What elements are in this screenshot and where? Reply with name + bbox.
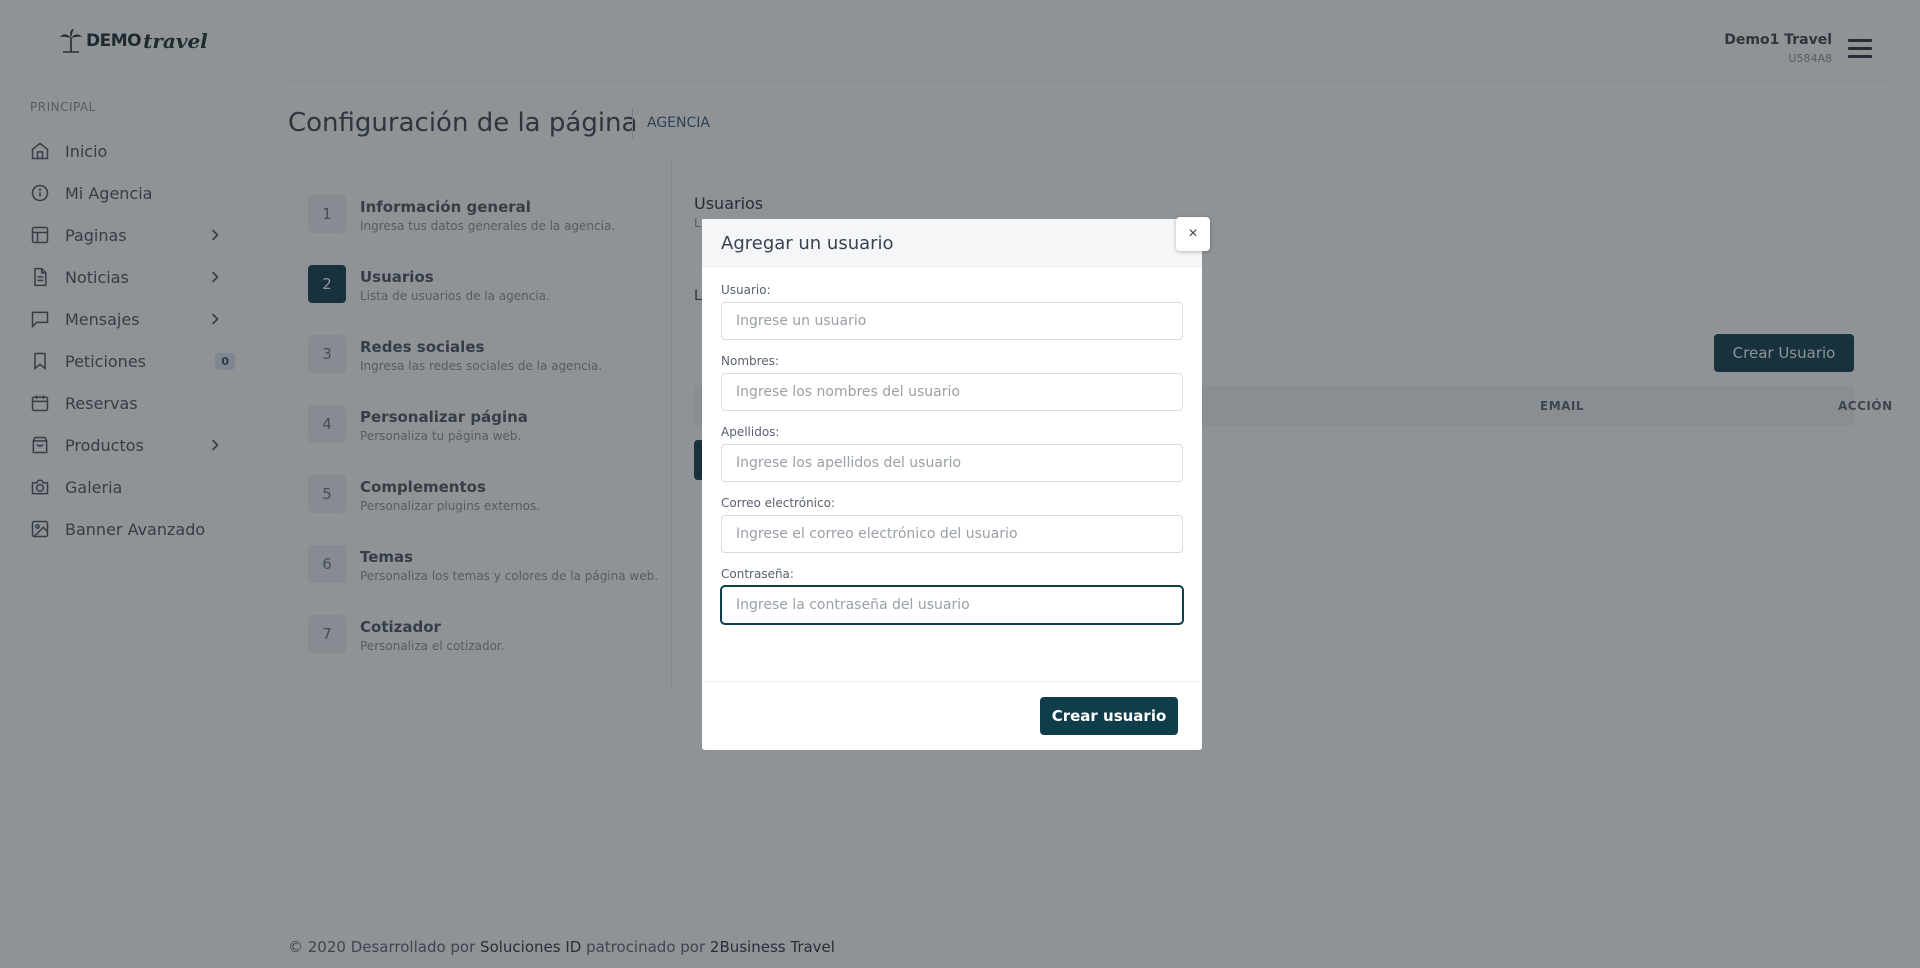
field-contrasena: Contraseña: [721, 567, 1183, 624]
apellidos-input[interactable] [721, 444, 1183, 482]
modal-header: Agregar un usuario [702, 219, 1202, 267]
field-label: Correo electrónico: [721, 496, 835, 510]
add-user-modal: Agregar un usuario × Usuario: Nombres: A… [702, 217, 1210, 750]
field-label: Usuario: [721, 283, 771, 297]
field-correo: Correo electrónico: [721, 496, 1183, 553]
field-label: Nombres: [721, 354, 779, 368]
password-input[interactable] [721, 586, 1183, 624]
modal-title: Agregar un usuario [721, 233, 894, 254]
modal-footer: Crear usuario [702, 681, 1202, 750]
close-modal-button[interactable]: × [1176, 217, 1210, 251]
crear-usuario-submit-button[interactable]: Crear usuario [1040, 697, 1178, 735]
modal-body: Usuario: Nombres: Apellidos: Correo elec… [702, 267, 1202, 624]
nombres-input[interactable] [721, 373, 1183, 411]
email-input[interactable] [721, 515, 1183, 553]
field-apellidos: Apellidos: [721, 425, 1183, 482]
usuario-input[interactable] [721, 302, 1183, 340]
close-icon: × [1188, 225, 1198, 242]
field-usuario: Usuario: [721, 283, 1183, 340]
field-label: Contraseña: [721, 567, 794, 581]
field-nombres: Nombres: [721, 354, 1183, 411]
field-label: Apellidos: [721, 425, 780, 439]
